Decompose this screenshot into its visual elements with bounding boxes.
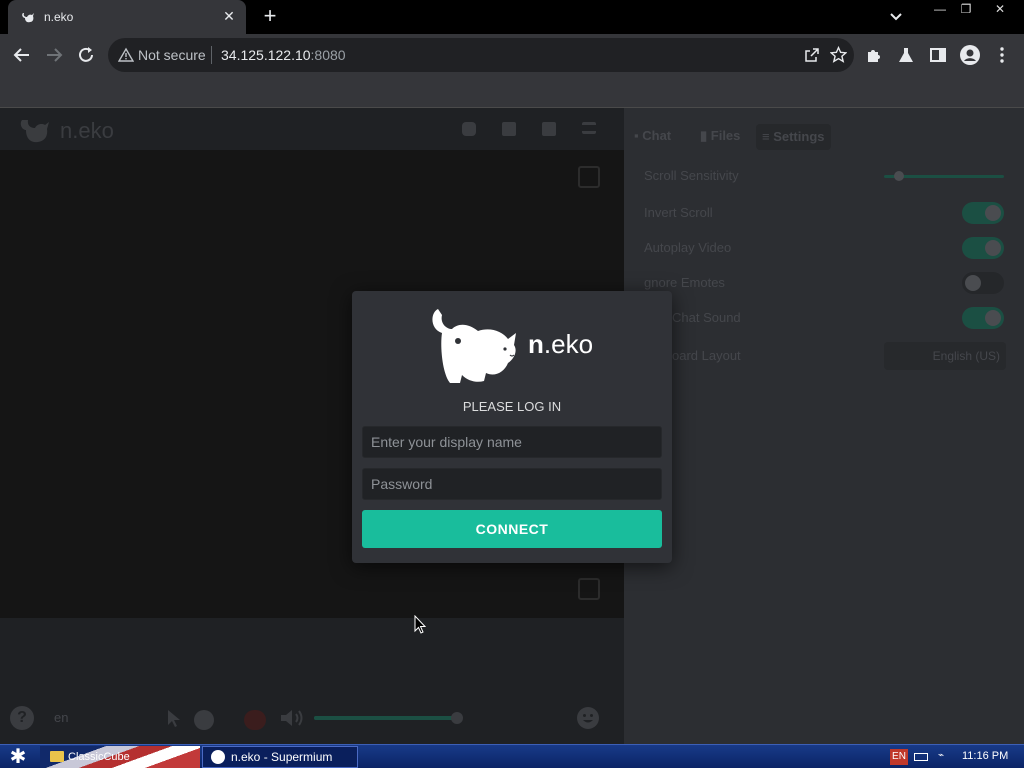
- menu-kebab-icon[interactable]: [990, 43, 1014, 67]
- password-input[interactable]: [362, 468, 662, 500]
- neko-page: n.eko ? en ▪ Chat ▮ Files ≡ Settings Scr…: [0, 108, 1024, 744]
- system-tray: EN ⌁ 11:16 PM: [884, 746, 1024, 768]
- divider: [211, 46, 212, 64]
- tab-close-button[interactable]: ✕: [220, 7, 238, 25]
- reload-icon[interactable]: [74, 43, 98, 67]
- url-port: :8080: [310, 47, 346, 63]
- keyboard-tray-icon[interactable]: [914, 753, 928, 761]
- restore-button[interactable]: ❐: [954, 0, 978, 18]
- brand-bold: n: [528, 329, 544, 359]
- back-arrow-icon[interactable]: [10, 43, 34, 67]
- brand-rest: .eko: [543, 329, 594, 359]
- browser-toolbar: Not secure 34.125.122.10:8080: [0, 34, 1024, 76]
- labs-flask-icon[interactable]: [894, 43, 918, 67]
- clock[interactable]: 11:16 PM: [962, 750, 1008, 762]
- neko-cat-logo-icon: [432, 309, 516, 383]
- supermium-icon: [211, 750, 225, 764]
- url-host: 34.125.122.10: [221, 47, 311, 63]
- chevron-down-icon[interactable]: [886, 8, 906, 26]
- folder-icon: [50, 751, 64, 762]
- start-button[interactable]: ✱: [4, 746, 32, 768]
- close-window-button[interactable]: ✕: [980, 0, 1020, 18]
- connect-button[interactable]: CONNECT: [362, 510, 662, 548]
- language-indicator[interactable]: EN: [890, 749, 908, 765]
- bookmarks-bar: [0, 76, 1024, 108]
- login-modal: n.eko PLEASE LOG IN CONNECT: [352, 291, 672, 563]
- extensions-icon[interactable]: [862, 43, 886, 67]
- profile-avatar-icon[interactable]: [958, 43, 982, 67]
- star-icon[interactable]: [830, 46, 847, 63]
- share-icon[interactable]: [804, 47, 820, 63]
- tab-title: n.eko: [44, 10, 74, 24]
- login-brand: n.eko: [528, 329, 593, 360]
- network-tray-icon[interactable]: ⌁: [938, 750, 948, 764]
- taskbar-task-button[interactable]: n.eko - Supermium: [202, 746, 358, 768]
- taskbar-folder-button[interactable]: ClassicCube: [44, 747, 198, 767]
- new-tab-button[interactable]: +: [258, 5, 282, 29]
- tab-strip: n.eko ✕ + — ❐ ✕: [0, 0, 1024, 34]
- neko-favicon-icon: [22, 13, 34, 23]
- taskbar-task-label: n.eko - Supermium: [231, 750, 333, 764]
- warning-icon[interactable]: [118, 47, 134, 63]
- forward-arrow-icon[interactable]: [42, 43, 66, 67]
- address-bar[interactable]: Not secure 34.125.122.10:8080: [108, 38, 854, 72]
- window-controls: — ❐ ✕: [928, 0, 1024, 18]
- security-label[interactable]: Not secure: [138, 47, 206, 63]
- browser-tab[interactable]: n.eko ✕: [8, 0, 246, 34]
- mouse-pointer-icon: [414, 615, 427, 634]
- side-panel-icon[interactable]: [926, 43, 950, 67]
- taskbar-folder-label: ClassicCube: [68, 751, 130, 763]
- display-name-input[interactable]: [362, 426, 662, 458]
- taskbar: ✱ ClassicCube n.eko - Supermium EN ⌁ 11:…: [0, 744, 1024, 768]
- minimize-button[interactable]: —: [928, 0, 952, 18]
- login-heading: PLEASE LOG IN: [462, 399, 562, 414]
- url-text: 34.125.122.10:8080: [221, 47, 346, 63]
